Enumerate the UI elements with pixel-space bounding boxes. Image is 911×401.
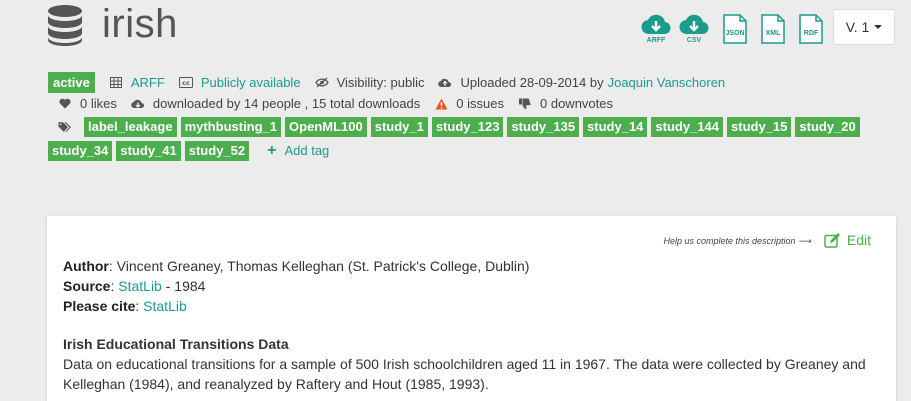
file-label: XML — [765, 30, 781, 37]
xml-button[interactable]: XML — [760, 14, 786, 44]
tag[interactable]: study_52 — [184, 141, 250, 161]
tag[interactable]: study_41 — [116, 141, 181, 161]
description-paragraph: Data on educational transitions for a sa… — [63, 356, 866, 392]
uploader-link[interactable]: Joaquin Vanschoren — [608, 75, 726, 90]
source-suffix: - 1984 — [161, 278, 206, 294]
tag[interactable]: OpenML100 — [285, 117, 367, 137]
eye-slash-icon — [314, 76, 329, 90]
source-label: Source — [63, 278, 111, 294]
cloud-upload-icon — [438, 76, 452, 90]
tag-line: label_leakage mythbusting_1 OpenML100 st… — [48, 117, 860, 137]
svg-text:cc: cc — [182, 79, 190, 87]
download-arff-button[interactable]: ARFF — [640, 14, 672, 52]
edit-icon — [824, 232, 840, 248]
format-link[interactable]: ARFF — [131, 75, 165, 90]
author-value: : Vincent Greaney, Thomas Kelleghan (St.… — [108, 258, 530, 274]
cite-line: Please cite: StatLib — [63, 298, 187, 314]
thumbs-down-icon — [518, 97, 532, 111]
dataset-header: irish — [46, 2, 178, 47]
tag-list: label_leakage mythbusting_1 OpenML100 st… — [48, 117, 860, 165]
rdf-button[interactable]: RDF — [798, 14, 824, 44]
license-link[interactable]: Publicly available — [201, 75, 301, 90]
arrow-right-icon: ⟶ — [798, 236, 811, 246]
dataset-meta-row: active ARFF cc Publicly available Visibi… — [48, 72, 725, 93]
help-text: Help us complete this description ⟶ — [664, 236, 812, 247]
help-text-label: Help us complete this description — [663, 236, 796, 246]
uploaded-text: Uploaded 28-09-2014 by — [460, 75, 604, 90]
tag[interactable]: label_leakage — [84, 117, 177, 137]
add-tag-label: Add tag — [284, 143, 330, 158]
tag[interactable]: mythbusting_1 — [180, 117, 282, 137]
file-icon — [799, 14, 823, 44]
section-title: Irish Educational Transitions Data — [63, 336, 289, 352]
heart-icon — [58, 97, 72, 111]
tags-icon — [58, 120, 72, 134]
download-toolbar: ARFF CSV JSON XML RDF — [640, 14, 834, 52]
page-title: irish — [102, 2, 178, 46]
author-label: Author — [63, 258, 109, 274]
cc-license-icon: cc — [178, 76, 193, 90]
cloud-download-icon — [641, 14, 671, 35]
cloud-download-icon — [131, 97, 145, 111]
add-tag-button[interactable]: + Add tag — [267, 142, 329, 160]
file-label: RDF — [803, 30, 819, 37]
tag[interactable]: study_144 — [651, 117, 724, 137]
downloads-text: downloaded by 14 people , 15 total downl… — [152, 96, 421, 111]
download-label: CSV — [686, 37, 702, 44]
issues-text: 0 issues — [456, 96, 504, 111]
caret-down-icon — [874, 25, 883, 29]
tag[interactable]: study_123 — [431, 117, 504, 137]
downvotes-text: 0 downvotes — [540, 96, 613, 111]
tag[interactable]: study_20 — [795, 117, 860, 137]
file-label: JSON — [725, 30, 745, 37]
download-csv-button[interactable]: CSV — [678, 14, 710, 52]
description-card: Help us complete this description ⟶ Edit… — [47, 216, 896, 401]
tag[interactable]: study_1 — [370, 117, 428, 137]
download-label: ARFF — [646, 37, 666, 44]
version-dropdown[interactable]: V. 1 — [833, 9, 895, 45]
tag[interactable]: study_14 — [583, 117, 648, 137]
author-line: Author: Vincent Greaney, Thomas Kellegha… — [63, 256, 883, 276]
plus-icon: + — [267, 142, 277, 159]
database-icon — [48, 4, 82, 46]
file-icon — [761, 14, 785, 44]
cite-link[interactable]: StatLib — [143, 298, 187, 314]
source-line: Source: StatLib - 1984 — [63, 278, 206, 294]
status-badge: active — [48, 72, 95, 93]
source-link[interactable]: StatLib — [118, 278, 162, 294]
tag[interactable]: study_135 — [507, 117, 580, 137]
tag[interactable]: study_34 — [48, 141, 113, 161]
edit-label: Edit — [846, 232, 871, 248]
cite-label: Please cite — [63, 298, 136, 314]
edit-button[interactable]: Edit — [824, 232, 871, 248]
table-icon — [109, 76, 123, 90]
tag[interactable]: study_15 — [727, 117, 792, 137]
dataset-stats-row: 0 likes downloaded by 14 people , 15 tot… — [58, 96, 613, 111]
warning-icon — [434, 97, 448, 111]
file-icon — [723, 14, 747, 44]
version-label: V. 1 — [845, 19, 870, 35]
tag-line: study_34 study_41 study_52 + Add tag — [48, 141, 848, 161]
json-button[interactable]: JSON — [722, 14, 748, 44]
cloud-download-icon — [679, 14, 709, 35]
visibility-text: Visibility: public — [336, 75, 425, 90]
description-body: Author: Vincent Greaney, Thomas Kellegha… — [63, 256, 883, 394]
likes-text: 0 likes — [80, 96, 117, 111]
